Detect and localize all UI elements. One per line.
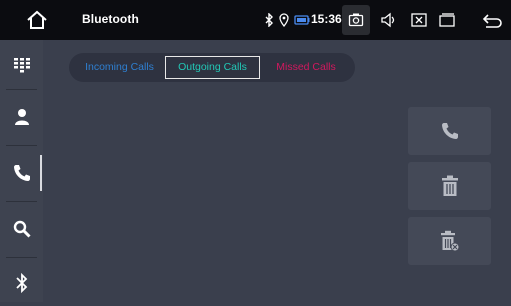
sidebar-item-calls[interactable]: [0, 150, 43, 196]
speaker-icon[interactable]: [380, 11, 398, 29]
sidebar-item-contacts[interactable]: [0, 94, 43, 140]
trash-all-icon: [440, 230, 459, 252]
page-title: Bluetooth: [82, 12, 139, 26]
sidebar: [0, 40, 43, 302]
window-icon[interactable]: [438, 11, 456, 29]
screenshot-button[interactable]: [342, 5, 370, 35]
sidebar-item-search[interactable]: [0, 206, 43, 252]
call-icon: [441, 123, 458, 139]
delete-button[interactable]: [408, 162, 491, 210]
contacts-icon: [14, 109, 29, 125]
search-icon: [13, 220, 31, 238]
back-arrow-icon[interactable]: [482, 11, 504, 29]
call-button[interactable]: [408, 107, 491, 155]
dialpad-icon: [13, 58, 30, 73]
tab-incoming-calls[interactable]: Incoming Calls: [75, 57, 164, 78]
close-box-icon[interactable]: [410, 11, 428, 29]
bluetooth-icon: [15, 272, 27, 294]
battery-icon: [294, 15, 310, 25]
delete-all-button[interactable]: [408, 217, 491, 265]
home-icon[interactable]: [26, 10, 48, 30]
tab-missed-calls[interactable]: Missed Calls: [261, 57, 351, 78]
clock: 15:36: [311, 12, 342, 26]
trash-icon: [441, 175, 458, 196]
bluetooth-icon: [265, 13, 273, 27]
status-bar: Bluetooth 15:36: [0, 0, 511, 40]
location-pin-icon: [279, 13, 289, 27]
sidebar-item-bluetooth[interactable]: [0, 260, 43, 306]
call-log-tabs: Incoming Calls Outgoing Calls Missed Cal…: [69, 53, 355, 82]
sidebar-item-dialpad[interactable]: [0, 42, 43, 88]
phone-icon: [13, 165, 30, 181]
camera-icon: [348, 13, 364, 27]
tab-outgoing-calls[interactable]: Outgoing Calls: [165, 56, 260, 79]
